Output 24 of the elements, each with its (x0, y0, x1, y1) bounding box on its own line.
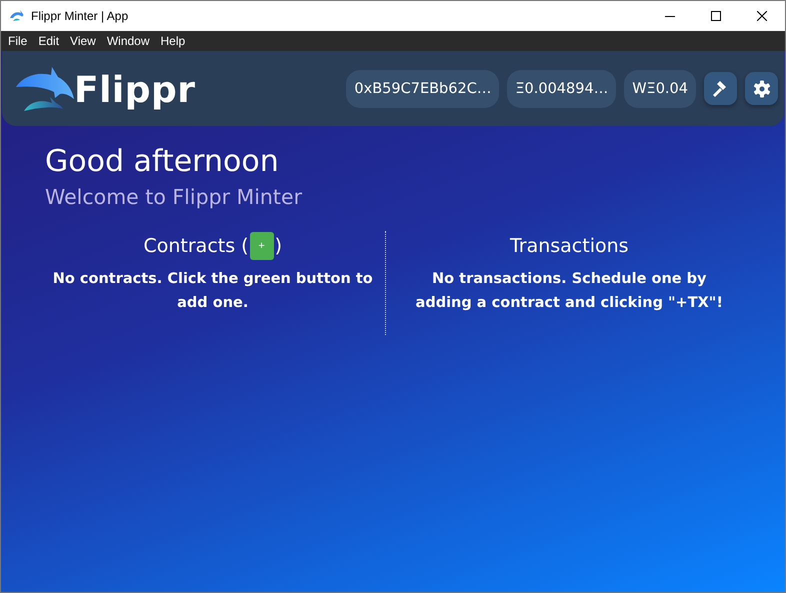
contracts-heading: Contracts ( (143, 235, 249, 257)
menu-item[interactable]: Window (106, 34, 150, 48)
wallet-chip[interactable]: WΞ0.04 (624, 70, 696, 108)
dolphin-icon (9, 10, 25, 22)
contracts-heading-close: ) (274, 235, 282, 257)
dolphin-logo-icon (14, 66, 76, 110)
transactions-heading: Transactions (508, 234, 630, 259)
welcome-subtitle: Welcome to Flippr Minter (45, 185, 303, 209)
close-icon[interactable] (757, 11, 767, 21)
menu-item[interactable]: Help (160, 34, 186, 48)
hammer-button[interactable] (704, 72, 737, 105)
wallet-chip[interactable]: Ξ0.004894… (507, 70, 616, 108)
greeting-heading: Good afternoon (45, 144, 280, 180)
menu-item[interactable]: View (70, 34, 96, 48)
empty-contracts-message: No contracts. Click the green button to add one. (52, 270, 374, 313)
settings-button[interactable] (745, 72, 778, 105)
menu-item[interactable]: Edit (38, 34, 60, 48)
empty-transactions-message: No transactions. Schedule one by adding a contract and clicking "+TX"! (414, 270, 724, 313)
settings-icon (752, 80, 770, 98)
maximize-icon[interactable] (711, 11, 721, 21)
menu-item[interactable]: File (8, 34, 28, 48)
wallet-chip[interactable]: 0xB59C7EBb62C… (346, 70, 500, 108)
app-logo-text: Flippr (74, 70, 196, 110)
window-title: Flippr Minter | App (31, 9, 130, 23)
